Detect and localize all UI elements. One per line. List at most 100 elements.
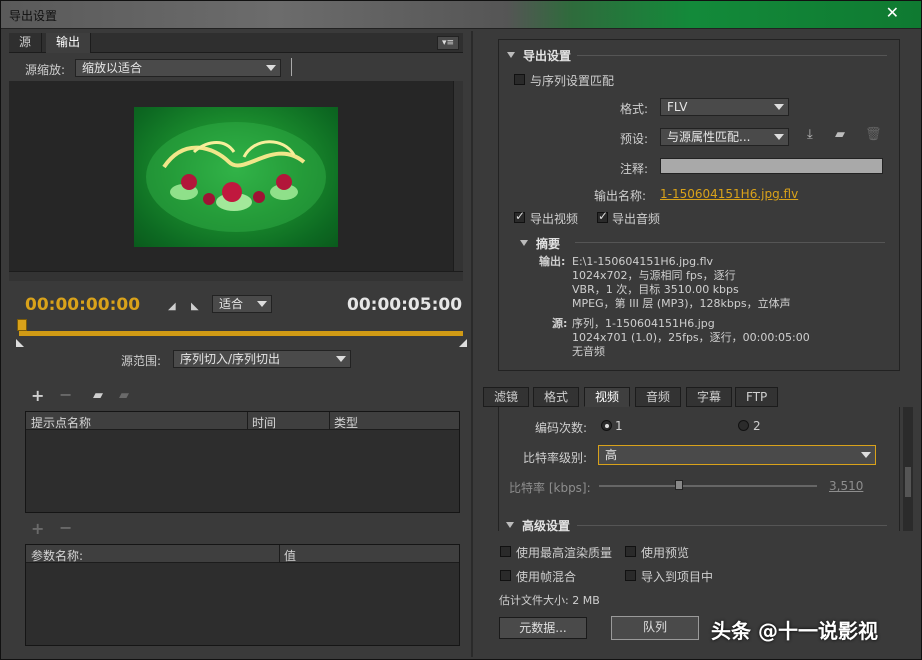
cue-col-time[interactable]: 时间: [252, 414, 276, 431]
chevron-down-icon: [266, 65, 276, 71]
source-scale-label: 源缩放:: [25, 63, 66, 77]
panel-menu-icon[interactable]: ▾≡: [437, 36, 459, 50]
cue-table-header: 提示点名称 时间 类型: [26, 412, 459, 430]
add-parameter-icon[interactable]: +: [31, 521, 44, 537]
set-out-point-icon[interactable]: ◣: [191, 299, 199, 315]
frame-blending-checkbox[interactable]: [500, 570, 511, 581]
tab-source[interactable]: 源: [9, 33, 43, 53]
import-cue-points-icon[interactable]: ▰: [93, 388, 103, 404]
match-sequence-checkbox[interactable]: [514, 74, 525, 85]
summary-source-line: 序列，1-150604151H6.jpg: [572, 317, 715, 330]
use-previews-checkbox[interactable]: [625, 546, 636, 557]
pass-1-radio[interactable]: [601, 420, 612, 431]
source-range-value: 序列切入/序列切出: [180, 352, 281, 366]
playhead-icon[interactable]: [17, 319, 27, 331]
frame-blending-label: 使用帧混合: [516, 570, 577, 584]
window-title: 导出设置: [9, 9, 58, 23]
source-scale-select[interactable]: 缩放以适合: [75, 59, 281, 77]
fit-select[interactable]: 适合: [212, 295, 272, 313]
tab-audio[interactable]: 音频: [635, 387, 682, 407]
export-settings-title[interactable]: 导出设置: [507, 47, 571, 64]
save-preset-icon[interactable]: ⤓: [807, 127, 813, 142]
chevron-down-icon: [774, 134, 784, 140]
chevron-down-icon: [774, 104, 784, 110]
preset-label: 预设:: [620, 132, 649, 146]
queue-button[interactable]: 队列: [611, 616, 699, 640]
param-col-value[interactable]: 值: [284, 547, 296, 564]
pass-2-label: 2: [753, 419, 761, 433]
current-time[interactable]: 00:00:00:00: [25, 295, 140, 315]
pass-2-radio[interactable]: [738, 420, 749, 431]
preset-select[interactable]: 与源属性匹配...: [660, 128, 789, 146]
source-range-label: 源范围:: [121, 354, 162, 368]
add-cue-point-icon[interactable]: +: [31, 388, 44, 404]
set-in-point-icon[interactable]: ◢: [168, 299, 176, 315]
section-rule: [577, 525, 887, 526]
export-cue-points-icon[interactable]: ▰: [119, 388, 129, 404]
pass-1-label: 1: [615, 419, 623, 433]
collapse-triangle-icon: [520, 240, 528, 246]
format-select[interactable]: FLV: [660, 98, 789, 116]
chevron-down-icon: [257, 301, 267, 307]
tab-format[interactable]: 格式: [533, 387, 580, 407]
preview-horizontal-scrollbar[interactable]: [9, 271, 463, 281]
max-render-quality-checkbox[interactable]: [500, 546, 511, 557]
bitrate-label: 比特率 [kbps]:: [509, 481, 591, 495]
close-icon[interactable]: ✕: [886, 3, 899, 22]
import-into-project-checkbox[interactable]: [625, 570, 636, 581]
summary-output-line: 1024x702，与源相同 fps，逐行: [572, 269, 736, 282]
tab-video[interactable]: 视频: [584, 387, 631, 407]
summary-source-label: 源:: [552, 317, 568, 330]
output-name-link[interactable]: 1-150604151H6.jpg.flv: [660, 187, 798, 201]
cue-col-name[interactable]: 提示点名称: [31, 414, 91, 431]
metadata-button[interactable]: 元数据...: [499, 617, 587, 639]
source-scale-value: 缩放以适合: [82, 61, 143, 75]
delete-preset-icon[interactable]: 🗑: [865, 127, 882, 142]
out-marker-icon[interactable]: [459, 339, 467, 347]
tab-filters[interactable]: 滤镜: [483, 387, 530, 407]
export-video-checkbox[interactable]: [514, 209, 525, 223]
remove-parameter-icon[interactable]: −: [59, 520, 72, 536]
preview-vertical-scrollbar[interactable]: [453, 81, 463, 271]
scrollbar-thumb[interactable]: [905, 467, 911, 497]
export-settings-window: 导出设置 ✕ 源 输出 ▾≡ 源缩放: 缩放以适合 00:00:00:00 ◢ …: [0, 0, 922, 660]
param-col-name[interactable]: 参数名称:: [31, 547, 83, 564]
tab-ftp[interactable]: FTP: [735, 387, 779, 407]
panel-divider[interactable]: [471, 31, 473, 657]
bitrate-value[interactable]: 3,510: [829, 479, 863, 493]
video-settings-scrollbar[interactable]: [903, 407, 913, 531]
tab-output[interactable]: 输出: [46, 33, 92, 53]
encoding-passes-label: 编码次数:: [535, 421, 588, 435]
section-rule: [575, 242, 885, 243]
bitrate-level-select[interactable]: 高: [598, 445, 876, 465]
column-separator: [329, 412, 330, 430]
advanced-settings-title-text: 高级设置: [522, 519, 571, 533]
bitrate-slider-knob[interactable]: [675, 480, 683, 490]
in-marker-icon[interactable]: [16, 339, 24, 347]
advanced-settings-title[interactable]: 高级设置: [506, 517, 570, 534]
cue-col-type[interactable]: 类型: [334, 414, 358, 431]
bitrate-level-value: 高: [605, 448, 618, 462]
source-range-select[interactable]: 序列切入/序列切出: [173, 350, 351, 368]
bitrate-slider-track[interactable]: [599, 485, 817, 487]
import-preset-icon[interactable]: ▰: [835, 127, 845, 142]
output-name-label: 输出名称:: [594, 189, 647, 203]
bitrate-level-label: 比特率级别:: [523, 451, 588, 465]
tab-captions[interactable]: 字幕: [686, 387, 733, 407]
comment-input[interactable]: [660, 158, 883, 174]
summary-output-line: E:\1-150604151H6.jpg.flv: [572, 255, 714, 268]
timeline-track[interactable]: [19, 331, 463, 336]
export-audio-checkbox[interactable]: [597, 209, 608, 223]
title-bar: 导出设置 ✕: [1, 1, 921, 29]
summary-title[interactable]: 摘要: [520, 235, 560, 252]
duration: 00:00:05:00: [347, 295, 463, 315]
column-separator: [247, 412, 248, 430]
export-settings-title-text: 导出设置: [523, 49, 572, 63]
collapse-triangle-icon: [506, 522, 514, 528]
settings-tabs: 滤镜 格式 视频 音频 字幕 FTP: [483, 387, 903, 407]
summary-output-line: MPEG，第 III 层 (MP3)，128kbps，立体声: [572, 297, 791, 310]
import-into-project-label: 导入到项目中: [641, 570, 714, 584]
summary-title-text: 摘要: [536, 237, 561, 251]
remove-cue-point-icon[interactable]: −: [59, 387, 72, 403]
match-sequence-label: 与序列设置匹配: [530, 74, 615, 88]
